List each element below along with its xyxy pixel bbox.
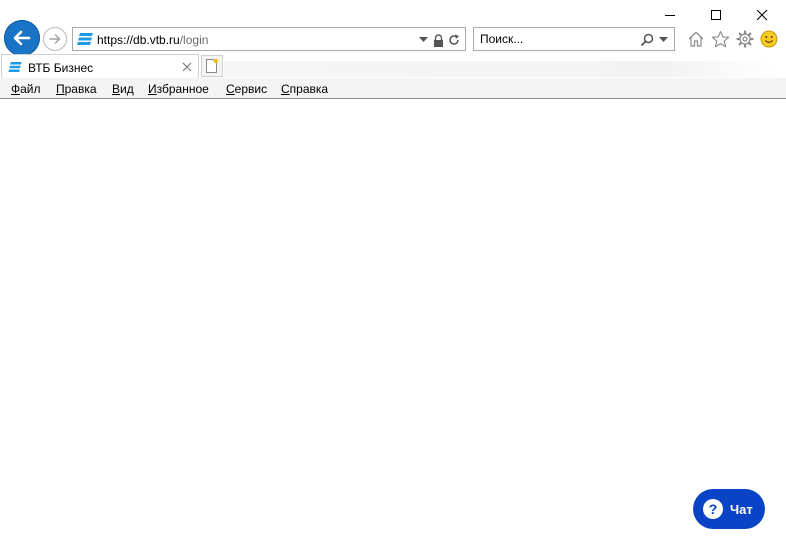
url-path: /login — [179, 33, 209, 47]
home-button[interactable] — [686, 29, 706, 49]
menu-view-accel: В — [112, 82, 121, 96]
tab-title: ВТБ Бизнес — [28, 61, 94, 75]
close-icon — [756, 9, 768, 21]
menu-view-label: ид — [120, 82, 134, 96]
url-host: https://db.vtb.ru — [97, 33, 180, 47]
favorites-button[interactable] — [710, 29, 730, 49]
dropdown-icon — [418, 37, 428, 42]
maximize-icon — [711, 10, 721, 20]
menu-favorites-accel: И — [148, 82, 157, 96]
forward-arrow-icon — [49, 34, 61, 44]
url-text[interactable]: https://db.vtb.ru/login — [97, 33, 208, 47]
menu-file[interactable]: Файл — [11, 82, 41, 96]
lock-icon — [433, 33, 443, 47]
settings-button[interactable] — [735, 29, 755, 49]
chat-button[interactable]: ? Чат — [693, 489, 765, 529]
new-tab-button[interactable] — [201, 55, 223, 77]
vtb-logo-icon — [77, 33, 93, 45]
chat-label: Чат — [730, 501, 753, 517]
refresh-button[interactable] — [447, 32, 461, 48]
search-dropdown-button[interactable] — [656, 32, 670, 48]
menu-help-label: правка — [289, 82, 329, 96]
close-window-button[interactable] — [747, 2, 777, 28]
menu-edit-accel: П — [56, 82, 65, 96]
smiley-feedback-icon — [760, 30, 778, 48]
address-bar[interactable]: https://db.vtb.ru/login — [72, 27, 466, 51]
menu-favorites[interactable]: Избранное — [148, 82, 209, 96]
maximize-button[interactable] — [701, 2, 731, 28]
home-icon — [688, 31, 704, 47]
dropdown-icon — [658, 37, 668, 42]
menu-file-label: айл — [20, 82, 41, 96]
tab-close-button[interactable] — [179, 59, 195, 75]
feedback-button[interactable] — [759, 29, 779, 49]
menu-edit[interactable]: Правка — [56, 82, 97, 96]
menu-edit-label: равка — [64, 82, 97, 96]
minimize-button[interactable] — [655, 2, 685, 28]
menu-bar: Файл Правка Вид Избранное Сервис Справка — [0, 78, 786, 99]
page-content — [0, 99, 786, 553]
favorites-star-icon — [711, 30, 729, 47]
menu-view[interactable]: Вид — [112, 82, 134, 96]
search-button[interactable] — [639, 32, 655, 48]
minimize-icon — [665, 15, 675, 16]
vtb-logo-icon — [8, 62, 22, 72]
tab-strip-background — [224, 61, 779, 77]
help-question-glyph: ? — [708, 501, 718, 517]
menu-tools[interactable]: Сервис — [226, 82, 267, 96]
close-icon — [182, 62, 192, 72]
search-icon — [640, 33, 654, 47]
tab-vtb-business[interactable]: ВТБ Бизнес — [1, 54, 199, 78]
back-button[interactable] — [4, 20, 40, 56]
forward-button[interactable] — [43, 27, 67, 51]
menu-favorites-label: збранное — [156, 82, 209, 96]
help-question-icon: ? — [703, 499, 723, 519]
new-tab-icon — [206, 58, 219, 73]
search-input[interactable] — [480, 31, 630, 47]
search-box[interactable] — [473, 27, 675, 51]
security-lock-button[interactable] — [431, 32, 445, 48]
refresh-icon — [449, 34, 459, 45]
menu-file-accel: Ф — [11, 82, 21, 96]
menu-help[interactable]: Справка — [281, 82, 328, 96]
menu-tools-label: ервис — [234, 82, 268, 96]
menu-help-accel: С — [281, 82, 290, 96]
menu-tools-accel: С — [226, 82, 235, 96]
back-arrow-icon — [13, 30, 31, 46]
settings-gear-icon — [736, 30, 754, 48]
address-dropdown-button[interactable] — [416, 32, 430, 48]
